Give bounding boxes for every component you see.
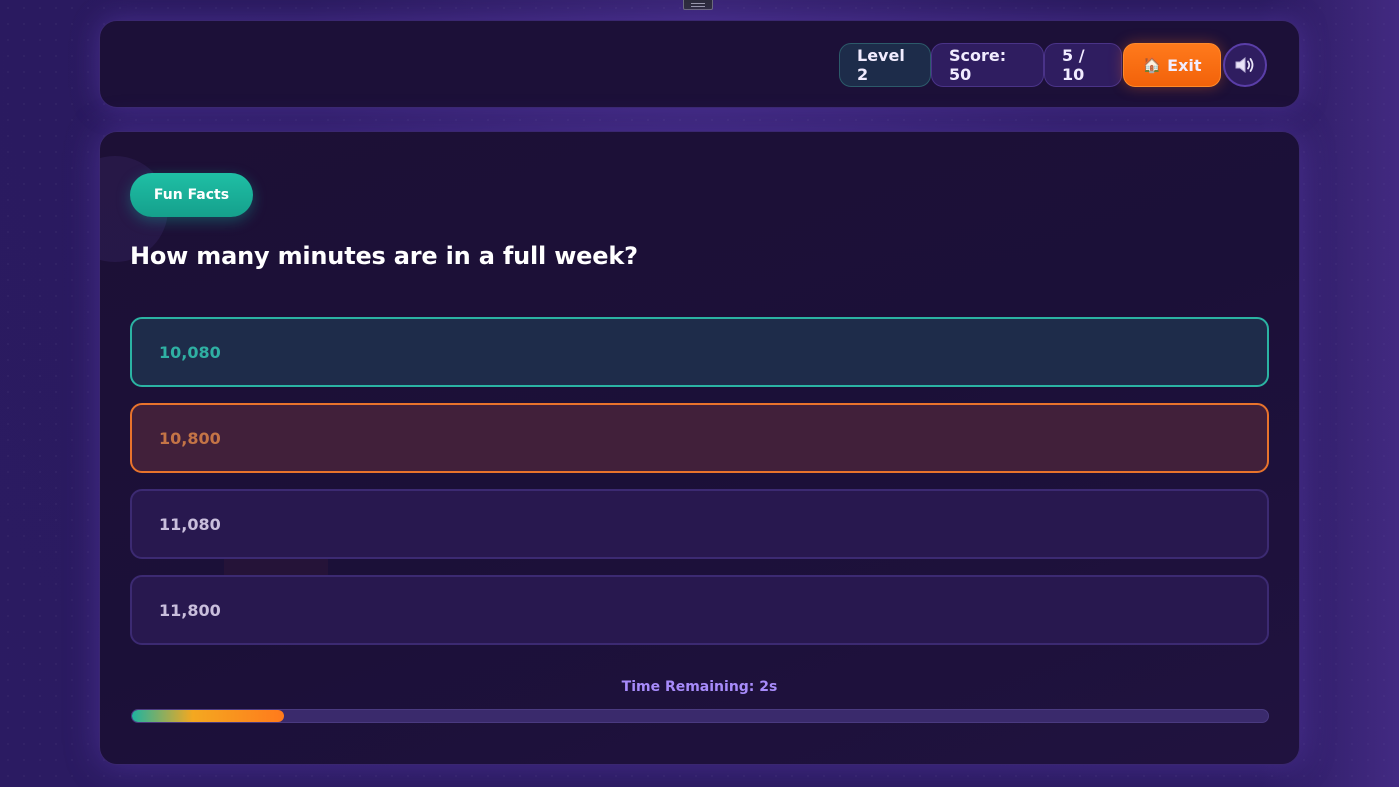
top-bar: Level 2 Score: 50 5 / 10 🏠 Exit: [99, 20, 1300, 108]
answer-label: 11,800: [159, 600, 221, 620]
answer-option-correct[interactable]: 10,080: [130, 317, 1269, 387]
exit-button[interactable]: 🏠 Exit: [1123, 43, 1221, 87]
sound-toggle-button[interactable]: [1223, 43, 1267, 87]
stats-bar: Level 2 Score: 50 5 / 10 🏠 Exit: [839, 42, 1267, 88]
speaker-icon: [1235, 56, 1254, 74]
exit-label: Exit: [1167, 55, 1202, 75]
answer-label: 10,080: [159, 342, 221, 362]
timer-label: Time Remaining: 2s: [621, 679, 778, 695]
answer-option[interactable]: 11,080: [130, 489, 1269, 559]
score-badge: Score: 50: [931, 43, 1044, 87]
answer-option-selected-wrong[interactable]: 10,800: [130, 403, 1269, 473]
timer-progress-bar: [131, 709, 1269, 723]
answer-option[interactable]: 11,800: [130, 575, 1269, 645]
home-icon: 🏠: [1142, 56, 1162, 74]
category-badge: Fun Facts: [130, 173, 253, 217]
level-badge: Level 2: [839, 43, 931, 87]
answer-label: 10,800: [159, 428, 221, 448]
answer-label: 11,080: [159, 514, 221, 534]
question-counter: 5 / 10: [1044, 43, 1122, 87]
drag-handle-icon[interactable]: [683, 0, 713, 10]
timer-progress-fill: [132, 710, 285, 722]
question-card: Fun Facts How many minutes are in a full…: [99, 131, 1300, 765]
question-text: How many minutes are in a full week?: [130, 242, 638, 270]
answer-list: 10,080 10,800 11,080 11,800: [130, 317, 1269, 661]
